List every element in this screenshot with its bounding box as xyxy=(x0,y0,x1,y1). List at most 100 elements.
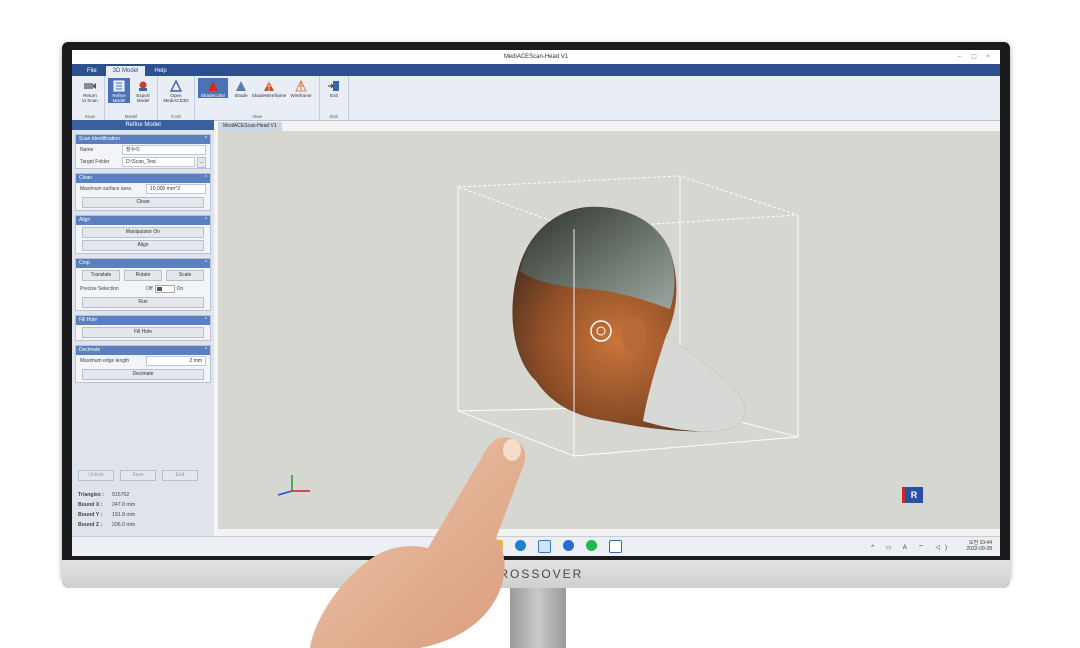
clock[interactable]: 오전 10:44 2022-09-28 xyxy=(966,540,992,552)
save-button[interactable]: Save xyxy=(120,470,156,481)
ribbon: Return to Scan Scan Refine Model Export … xyxy=(72,76,1000,121)
viewport-canvas xyxy=(277,175,799,496)
max-surface-field[interactable]: 10,000 mm^2 xyxy=(146,184,206,194)
exit-panel-button[interactable]: Exit xyxy=(162,470,198,481)
triangles-value: 915702 xyxy=(112,492,130,498)
collapse-icon[interactable]: ^ xyxy=(205,135,207,144)
section-header[interactable]: Align ^ xyxy=(76,216,210,225)
file-explorer-icon[interactable] xyxy=(492,540,503,551)
bound-z-value: 206.0 mm xyxy=(112,522,136,528)
collapse-icon[interactable]: ^ xyxy=(205,259,207,268)
max-edge-field[interactable]: 2 mm xyxy=(146,356,206,366)
precise-on-label: On xyxy=(176,286,184,292)
shade-wireframe-button[interactable]: ShadeWireframe xyxy=(252,78,286,98)
manipulator-on-button[interactable]: Manipulator On xyxy=(82,227,204,238)
precise-selection-label: Precise Selection xyxy=(80,286,119,292)
bound-y-value: 191.8 mm xyxy=(112,512,136,518)
ribbon-group-label: Exit xyxy=(330,114,338,119)
section-crop: Crop ^ Translate Rotate Scale Precise Sel… xyxy=(75,258,211,311)
translate-button[interactable]: Translate xyxy=(82,270,120,281)
bound-y-label: Bound Y : xyxy=(78,512,103,518)
tab-help[interactable]: Help xyxy=(147,66,173,76)
open-mediace3d-button[interactable]: Open MediACE3D xyxy=(161,78,191,103)
view-cube-icon[interactable]: R xyxy=(902,487,923,503)
shade-wireframe-icon xyxy=(261,79,277,92)
section-clean: Clean ^ Maximum surface area 10,000 mm^2 C… xyxy=(75,173,211,211)
browse-button[interactable]: ... xyxy=(197,156,206,168)
bound-z-label: Bound Z : xyxy=(78,522,103,528)
run-button[interactable]: Run xyxy=(82,297,204,308)
ribbon-group-exit: Exit Exit xyxy=(320,76,349,120)
tab-3d-model[interactable]: 3D Model xyxy=(105,66,146,76)
align-button[interactable]: Align xyxy=(82,240,204,251)
monitor-stand xyxy=(510,588,566,648)
return-scan-icon xyxy=(82,79,98,92)
window-title: MediACEScan-Head V1 xyxy=(503,54,569,60)
exit-button[interactable]: Exit xyxy=(323,78,345,98)
fill-hole-button[interactable]: Fill Hole xyxy=(82,327,204,338)
wireframe-button[interactable]: Wireframe xyxy=(286,78,316,98)
head-scan-model xyxy=(512,206,746,432)
max-surface-label: Maximum surface area xyxy=(80,186,131,192)
collapse-icon[interactable]: ^ xyxy=(205,174,207,183)
settings-app-icon[interactable] xyxy=(563,540,574,551)
ribbon-group-cad: Open MediACE3D CAD xyxy=(158,76,195,120)
return-to-scan-button[interactable]: Return to Scan xyxy=(79,78,101,103)
ribbon-group-scan: Return to Scan Scan xyxy=(76,76,105,120)
refine-model-panel: Refine Model Scan Identification ^ Name 장수… xyxy=(72,120,214,556)
shade-icon xyxy=(233,79,249,92)
model-stats: Triangles : 915702 Bound X : 247.0 mm Boun… xyxy=(78,490,135,530)
window-controls[interactable]: – ▢ × xyxy=(958,53,994,60)
chart-app-icon[interactable] xyxy=(538,540,551,553)
target-folder-field[interactable]: D:\Scan_Test xyxy=(122,157,195,167)
3d-viewport[interactable]: R xyxy=(218,131,1000,529)
ribbon-group-label: View xyxy=(252,114,262,119)
exit-icon xyxy=(326,79,342,92)
shade-button[interactable]: Shade xyxy=(230,78,252,98)
section-header[interactable]: Crop ^ xyxy=(76,259,210,268)
tab-file[interactable]: File xyxy=(80,66,104,76)
collapse-icon[interactable]: ^ xyxy=(205,216,207,225)
shade-color-button[interactable]: ShadeColor xyxy=(198,78,228,98)
max-edge-label: Maximum edge length xyxy=(80,358,130,364)
document-tab[interactable]: MediACEScan-Head V1 xyxy=(218,122,282,131)
bound-x-value: 247.0 mm xyxy=(112,502,136,508)
panel-title: Refine Model xyxy=(72,120,214,130)
ribbon-group-model: Refine Model Export Model Model xyxy=(105,76,158,120)
section-header[interactable]: Clean ^ xyxy=(76,174,210,183)
refine-model-button[interactable]: Refine Model xyxy=(108,78,130,103)
bottom-buttons: Unlock Save Exit xyxy=(78,470,198,481)
name-field[interactable]: 장수이 xyxy=(122,145,206,155)
unlock-button[interactable]: Unlock xyxy=(78,470,114,481)
section-scan-identification: Scan Identification ^ Name 장수이 Target Fold… xyxy=(75,134,211,169)
export-model-button[interactable]: Export Model xyxy=(132,78,154,103)
taskbar: ^ ▭ A ⌔ ◁) 오전 10:44 2022-09-28 xyxy=(72,536,1000,556)
clean-button[interactable]: Clean xyxy=(82,197,204,208)
section-decimate: Decimate ^ Maximum edge length 2 mm Decima… xyxy=(75,345,211,383)
mediace3d-icon xyxy=(168,79,184,92)
screen: MediACEScan-Head V1 – ▢ × File 3D Model … xyxy=(72,50,1000,556)
rotate-button[interactable]: Rotate xyxy=(124,270,162,281)
section-header[interactable]: Fill Hole ^ xyxy=(76,316,210,325)
wireframe-icon xyxy=(293,79,309,92)
section-header[interactable]: Decimate ^ xyxy=(76,346,210,355)
monitor-brand: CROSSOVER xyxy=(62,560,1010,588)
export-model-icon xyxy=(135,79,151,92)
decimate-button[interactable]: Decimate xyxy=(82,369,204,380)
mediace3d-taskbar-icon[interactable] xyxy=(609,540,622,553)
section-align: Align ^ Manipulator On Align xyxy=(75,215,211,254)
menu-bar: File 3D Model Help xyxy=(72,64,1000,76)
collapse-icon[interactable]: ^ xyxy=(205,346,207,355)
shade-color-icon xyxy=(205,79,221,92)
bound-x-label: Bound X : xyxy=(78,502,103,508)
collapse-icon[interactable]: ^ xyxy=(205,316,207,325)
section-header[interactable]: Scan Identification ^ xyxy=(76,135,210,144)
spotify-icon[interactable] xyxy=(586,540,597,551)
system-tray[interactable]: ^ ▭ A ⌔ ◁) xyxy=(871,543,952,551)
name-label: Name xyxy=(80,147,94,153)
precise-selection-toggle[interactable] xyxy=(154,285,175,293)
triangles-label: Triangles : xyxy=(78,492,104,498)
ribbon-group-view: ShadeColor Shade ShadeWireframe Wirefram… xyxy=(195,76,320,120)
edge-browser-icon[interactable] xyxy=(515,540,526,551)
scale-button[interactable]: Scale xyxy=(166,270,204,281)
